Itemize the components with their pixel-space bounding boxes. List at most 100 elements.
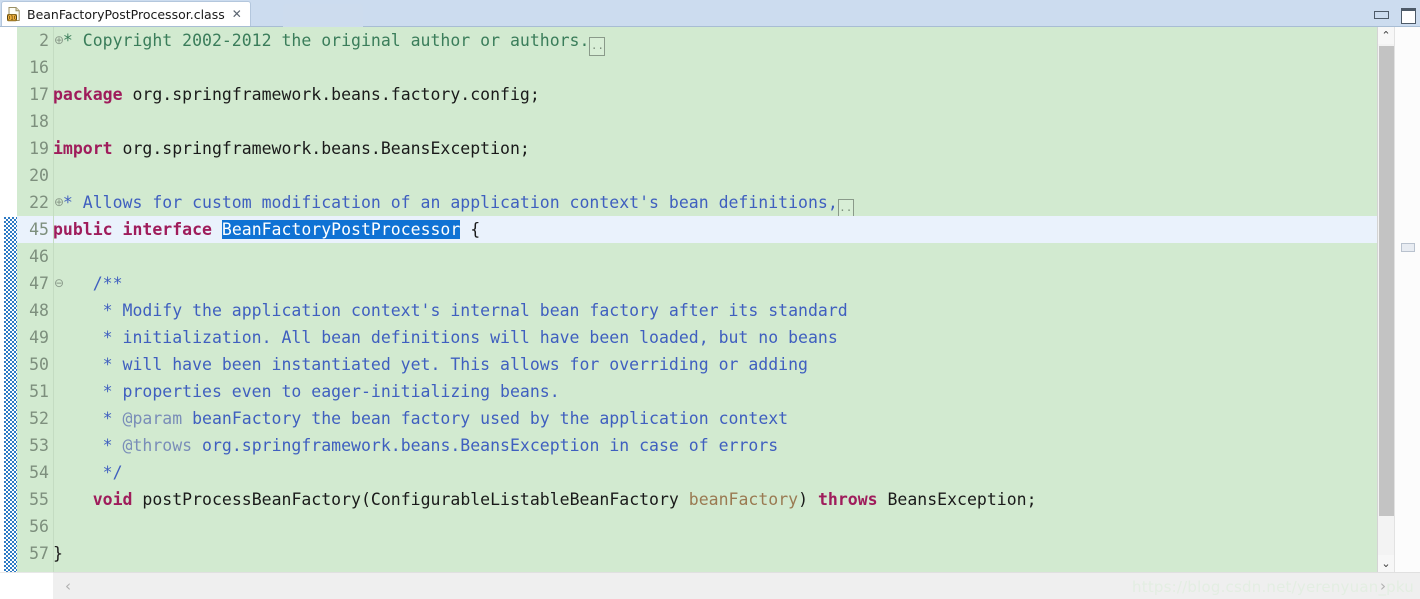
code-token: * bbox=[53, 436, 123, 455]
source-code-view[interactable]: 2 ⊕ * Copyright 2002-2012 the original au… bbox=[17, 27, 1380, 572]
code-token: postProcessBeanFactory(ConfigurableLista… bbox=[132, 490, 689, 509]
code-line-text: * Copyright 2002-2012 the original autho… bbox=[53, 27, 606, 56]
code-line[interactable]: 18 bbox=[17, 108, 1380, 135]
code-token: void bbox=[92, 490, 133, 509]
line-number: 20 bbox=[29, 166, 49, 185]
code-token: { bbox=[460, 220, 481, 239]
line-number: 57 bbox=[29, 544, 49, 563]
code-token: org.springframework.beans.BeansException… bbox=[112, 139, 530, 158]
line-number: 19 bbox=[29, 139, 49, 158]
code-line[interactable]: 17 package org.springframework.beans.fact… bbox=[17, 81, 1380, 108]
close-icon[interactable]: ✕ bbox=[232, 8, 242, 20]
scroll-down-icon[interactable]: ⌄ bbox=[1378, 555, 1394, 572]
code-line-text: void postProcessBeanFactory(Configurable… bbox=[53, 486, 1037, 513]
svg-text:010: 010 bbox=[7, 16, 18, 22]
line-number: 56 bbox=[29, 517, 49, 536]
code-token: @throws bbox=[122, 436, 193, 455]
code-token: import bbox=[53, 139, 113, 158]
code-line-text: * initialization. All bean definitions w… bbox=[53, 324, 838, 351]
code-line[interactable]: 20 bbox=[17, 162, 1380, 189]
code-line[interactable]: 46 bbox=[17, 243, 1380, 270]
code-line[interactable]: 2 ⊕ * Copyright 2002-2012 the original au… bbox=[17, 27, 1380, 56]
code-token: throws bbox=[817, 490, 878, 509]
line-number: 17 bbox=[29, 85, 49, 104]
code-line[interactable]: 55 void postProcessBeanFactory(Configura… bbox=[17, 486, 1380, 513]
eclipse-editor-window: 010 BeanFactoryPostProcessor.class ✕ 2 ⊕ … bbox=[0, 0, 1420, 599]
code-line[interactable]: 56 bbox=[17, 513, 1380, 540]
tab-strip-background bbox=[283, 4, 363, 27]
scroll-left-icon[interactable]: ‹ bbox=[57, 573, 79, 599]
code-token: @param bbox=[122, 409, 183, 428]
line-number: 45 bbox=[29, 220, 49, 239]
scrollbar-corner bbox=[0, 572, 53, 599]
code-line-text: * Modify the application context's inter… bbox=[53, 297, 848, 324]
code-token: } bbox=[53, 544, 63, 563]
code-token: org.springframework.beans.factory.config… bbox=[122, 85, 540, 104]
code-line[interactable]: 57} bbox=[17, 540, 1380, 567]
code-token: * will have been instantiated yet. This … bbox=[53, 355, 808, 374]
code-line[interactable]: 53 * @throws org.springframework.beans.B… bbox=[17, 432, 1380, 459]
line-number: 16 bbox=[29, 58, 49, 77]
editor-tab-label: BeanFactoryPostProcessor.class bbox=[27, 6, 225, 22]
code-line-text: * will have been instantiated yet. This … bbox=[53, 351, 808, 378]
line-number: 18 bbox=[29, 112, 49, 131]
scroll-up-icon[interactable]: ⌃ bbox=[1378, 27, 1394, 44]
code-token: ) bbox=[798, 490, 818, 509]
code-line[interactable]: 50 * will have been instantiated yet. Th… bbox=[17, 351, 1380, 378]
code-line-text: /** bbox=[53, 270, 123, 297]
overview-ruler[interactable] bbox=[1394, 27, 1420, 572]
code-token: package bbox=[53, 85, 123, 104]
selected-token: BeanFactoryPostProcessor bbox=[221, 220, 461, 239]
code-line[interactable]: 51 * properties even to eager-initializi… bbox=[17, 378, 1380, 405]
code-line[interactable]: 16 bbox=[17, 54, 1380, 81]
code-token: * Allows for custom modification of an a… bbox=[53, 193, 838, 212]
code-line[interactable]: 48 * Modify the application context's in… bbox=[17, 297, 1380, 324]
line-number: 46 bbox=[29, 247, 49, 266]
code-token: * initialization. All bean definitions w… bbox=[53, 328, 838, 347]
vertical-scrollbar-thumb[interactable] bbox=[1379, 46, 1394, 516]
line-number: 22 bbox=[29, 193, 49, 212]
code-line-text: import org.springframework.beans.BeansEx… bbox=[53, 135, 530, 162]
minimize-icon[interactable] bbox=[1374, 8, 1389, 19]
line-number: 53 bbox=[29, 436, 49, 455]
code-token: /** bbox=[53, 274, 123, 293]
code-line[interactable]: 52 * @param beanFactory the bean factory… bbox=[17, 405, 1380, 432]
editor-tab-beanfactorypostprocessor[interactable]: 010 BeanFactoryPostProcessor.class ✕ bbox=[1, 1, 251, 26]
class-file-icon: 010 bbox=[6, 6, 22, 22]
code-line-text: */ bbox=[53, 459, 123, 486]
line-number: 54 bbox=[29, 463, 49, 482]
maximize-icon[interactable] bbox=[1401, 8, 1416, 24]
line-number: 51 bbox=[29, 382, 49, 401]
code-token: * Copyright 2002-2012 the original autho… bbox=[53, 31, 590, 50]
code-token: public interface bbox=[53, 220, 222, 239]
overview-ruler-marker[interactable] bbox=[1401, 243, 1415, 252]
code-line-text: public interface BeanFactoryPostProcesso… bbox=[53, 216, 480, 243]
code-line-text: * properties even to eager-initializing … bbox=[53, 378, 560, 405]
gutter-separator bbox=[53, 27, 54, 572]
code-token: */ bbox=[53, 463, 123, 482]
code-line-text: package org.springframework.beans.factor… bbox=[53, 81, 540, 108]
code-line[interactable]: 54 */ bbox=[17, 459, 1380, 486]
code-token: * Modify the application context's inter… bbox=[53, 301, 848, 320]
code-line-text: * Allows for custom modification of an a… bbox=[53, 189, 854, 218]
code-line-text: * @throws org.springframework.beans.Bean… bbox=[53, 432, 779, 459]
code-line[interactable]: 22 ⊕ * Allows for custom modification of … bbox=[17, 189, 1380, 218]
code-line[interactable]: 49 * initialization. All bean definition… bbox=[17, 324, 1380, 351]
code-line[interactable]: 19 import org.springframework.beans.Beans… bbox=[17, 135, 1380, 162]
code-token: BeansException; bbox=[877, 490, 1037, 509]
editor-body: 2 ⊕ * Copyright 2002-2012 the original au… bbox=[0, 27, 1420, 599]
watermark-text: https://blog.csdn.net/yerenyuan_pku bbox=[1132, 578, 1414, 596]
code-token: * bbox=[53, 409, 123, 428]
vertical-scrollbar[interactable]: ⌃ ⌄ bbox=[1377, 27, 1394, 572]
line-number: 50 bbox=[29, 355, 49, 374]
code-line[interactable]: 45 public interface BeanFactoryPostProces… bbox=[17, 216, 1380, 243]
code-line-text: * @param beanFactory the bean factory us… bbox=[53, 405, 788, 432]
line-number: 55 bbox=[29, 490, 49, 509]
code-token: beanFactory bbox=[688, 490, 799, 509]
editor-tab-bar: 010 BeanFactoryPostProcessor.class ✕ bbox=[0, 0, 1420, 27]
code-line[interactable]: 47 ⊖ /** bbox=[17, 270, 1380, 297]
code-token: * properties even to eager-initializing … bbox=[53, 382, 560, 401]
window-controls bbox=[1374, 0, 1416, 27]
line-number: 49 bbox=[29, 328, 49, 347]
